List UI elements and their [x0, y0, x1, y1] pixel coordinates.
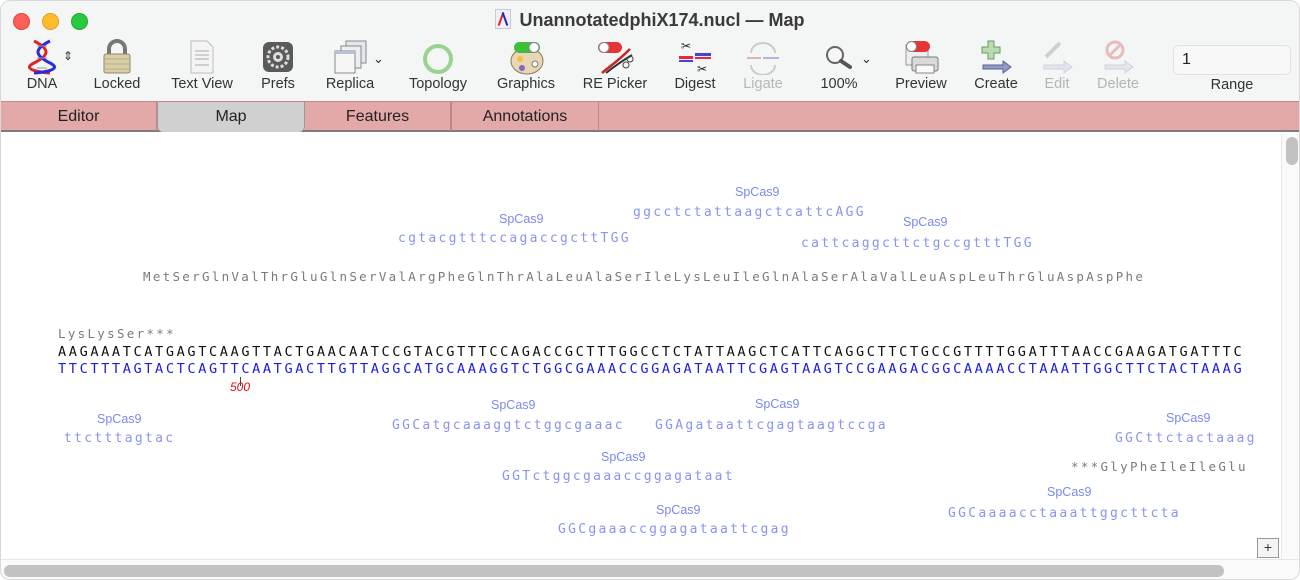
guide-sequence[interactable]: GGAgataattcgagtaagtccga: [655, 418, 888, 433]
tab-annotations[interactable]: Annotations: [451, 102, 599, 131]
top-strand-sequence[interactable]: AAGAAATCATGAGTCAAGTTACTGAACAATCCGTACGTTT…: [58, 344, 1244, 360]
replica-button[interactable]: Replica: [321, 39, 379, 97]
palette-icon: [508, 39, 544, 75]
sequence-map-canvas[interactable]: SpCas9 ggcctctattaagctcattcAGG SpCas9 cg…: [1, 134, 1281, 559]
edit-button[interactable]: Edit: [1039, 39, 1075, 97]
guide-label: SpCas9: [1047, 485, 1092, 499]
dna-helix-icon: [28, 39, 56, 75]
svg-text:✂: ✂: [681, 39, 691, 53]
guide-label: SpCas9: [735, 185, 780, 199]
delete-label: Delete: [1097, 76, 1139, 92]
text-view-button[interactable]: Text View: [165, 39, 239, 97]
plus-arrow-icon: [979, 39, 1013, 75]
vertical-scroll-thumb[interactable]: [1286, 137, 1298, 165]
svg-text:✂: ✂: [697, 62, 707, 75]
translation-forward: MetSerGlnValThrGluGlnSerValArgPheGlnThrA…: [143, 269, 1146, 284]
guide-sequence[interactable]: cgtacgtttccagaccgcttTGG: [398, 231, 631, 246]
magnifier-icon: [823, 39, 855, 75]
digest-icon: ✂ ✂: [675, 39, 715, 76]
range-input[interactable]: [1173, 45, 1291, 75]
prefs-button[interactable]: Prefs: [257, 39, 299, 97]
replica-label: Replica: [325, 76, 375, 92]
toolbar: DNA ⇕ Locked Text View Prefs Replica ⌄ T…: [1, 39, 1299, 97]
topology-button[interactable]: Topology: [403, 39, 473, 97]
guide-sequence[interactable]: GGCaaaacctaaattggcttcta: [948, 506, 1181, 521]
guide-label: SpCas9: [601, 450, 646, 464]
gear-icon: [262, 39, 294, 75]
guide-label: SpCas9: [97, 412, 142, 426]
digest-label: Digest: [674, 76, 716, 92]
ligate-icon: [743, 39, 783, 76]
edit-label: Edit: [1044, 76, 1070, 92]
padlock-icon: [101, 39, 133, 75]
position-number: 500: [230, 380, 251, 394]
app-window: UnannotatedphiX174.nucl — Map DNA ⇕ Lock…: [0, 0, 1300, 580]
tab-features[interactable]: Features: [305, 102, 451, 131]
guide-sequence[interactable]: GGCttctactaaag: [1115, 431, 1257, 446]
tab-editor[interactable]: Editor: [1, 102, 157, 131]
translation-frame-left: LysLysSer***: [58, 326, 176, 341]
guide-label: SpCas9: [491, 398, 536, 412]
printer-icon: [902, 39, 940, 75]
guide-label: SpCas9: [499, 212, 544, 226]
tab-map[interactable]: Map: [157, 102, 305, 132]
locked-button[interactable]: Locked: [89, 39, 145, 97]
re-picker-label: RE Picker: [582, 76, 648, 92]
window-title-text: UnannotatedphiX174.nucl — Map: [519, 10, 805, 30]
replica-dropdown-chevron-icon[interactable]: ⌄: [373, 51, 384, 67]
circle-ring-icon: [422, 39, 454, 75]
translation-reverse: ***GlyPheIleIleGlu: [1071, 459, 1248, 474]
zoom-dropdown-chevron-icon[interactable]: ⌄: [861, 51, 872, 67]
dna-button[interactable]: DNA: [21, 39, 63, 97]
updown-chevron-icon[interactable]: ⇕: [63, 49, 73, 63]
vertical-scrollbar[interactable]: [1281, 134, 1299, 559]
horizontal-scrollbar[interactable]: [1, 559, 1299, 579]
zoom-button[interactable]: 100%: [815, 39, 863, 97]
tab-bar: Editor Map Features Annotations: [1, 101, 1299, 132]
guide-label: SpCas9: [755, 397, 800, 411]
text-document-icon: [189, 39, 215, 75]
guide-sequence[interactable]: cattcaggcttctgccgtttTGG: [801, 236, 1034, 251]
guide-label: SpCas9: [656, 503, 701, 517]
zoom-in-button[interactable]: +: [1257, 538, 1279, 558]
create-label: Create: [974, 76, 1018, 92]
ligate-button[interactable]: Ligate: [738, 39, 788, 97]
prefs-label: Prefs: [261, 76, 295, 92]
zoom-label: 100%: [820, 76, 858, 92]
delete-button[interactable]: Delete: [1093, 39, 1143, 97]
horizontal-scroll-thumb[interactable]: [4, 565, 1224, 577]
title-bar: UnannotatedphiX174.nucl — Map DNA ⇕ Lock…: [1, 1, 1299, 101]
create-button[interactable]: Create: [969, 39, 1023, 97]
graphics-button[interactable]: Graphics: [492, 39, 560, 97]
range-label: Range: [1210, 77, 1254, 93]
preview-label: Preview: [895, 76, 947, 92]
guide-sequence[interactable]: GGTctggcgaaaccggagataat: [502, 469, 735, 484]
prohibit-arrow-icon: [1101, 39, 1135, 75]
locked-label: Locked: [93, 76, 141, 92]
guide-sequence[interactable]: GGCatgcaaaggtctggcgaaac: [392, 418, 625, 433]
re-picker-button[interactable]: RE Picker: [579, 39, 651, 97]
ligate-label: Ligate: [743, 76, 783, 92]
text-view-label: Text View: [171, 76, 233, 92]
scissors-dna-icon: [596, 39, 634, 75]
document-icon: [495, 9, 512, 29]
pencil-arrow-icon: [1040, 39, 1074, 75]
guide-sequence[interactable]: ggcctctattaagctcattcAGG: [633, 205, 866, 220]
preview-button[interactable]: Preview: [891, 39, 951, 97]
dna-label: DNA: [26, 76, 58, 92]
window-title: UnannotatedphiX174.nucl — Map: [1, 9, 1299, 31]
bottom-strand-sequence[interactable]: TTCTTTAGTACTCAGTTCAATGACTTGTTAGGCATGCAAA…: [58, 361, 1244, 377]
guide-sequence[interactable]: GGCgaaaccggagataattcgag: [558, 522, 791, 537]
guide-label: SpCas9: [1166, 411, 1211, 425]
graphics-label: Graphics: [496, 76, 556, 92]
guide-label: SpCas9: [903, 215, 948, 229]
stacked-windows-icon: [332, 39, 368, 75]
topology-label: Topology: [408, 76, 468, 92]
digest-button[interactable]: ✂ ✂ Digest: [669, 39, 721, 97]
guide-sequence[interactable]: ttctttagtac: [64, 431, 175, 446]
